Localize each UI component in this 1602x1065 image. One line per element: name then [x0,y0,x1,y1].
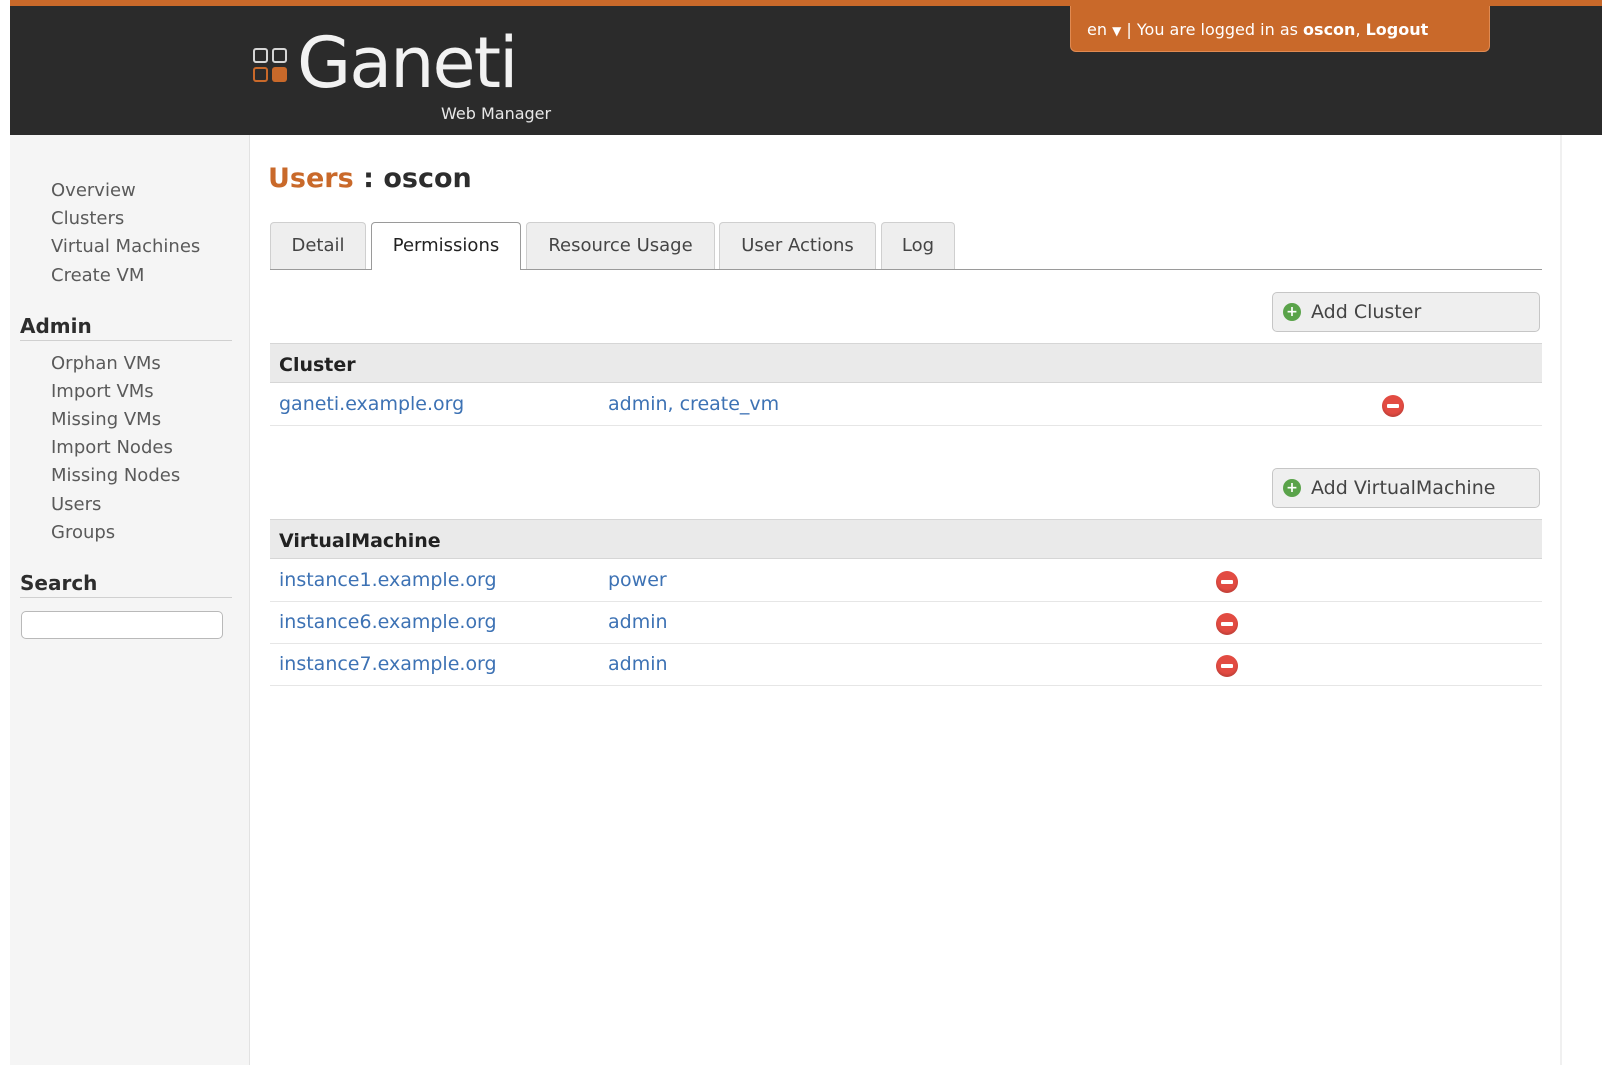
tab-log[interactable]: Log [881,222,955,269]
logo-squares-icon [253,48,289,84]
table-row: instance7.example.org admin [270,643,1542,686]
vm-name-link[interactable]: instance6.example.org [279,611,497,633]
language-selector[interactable]: en ▼ [1087,20,1121,39]
nav-import-vms[interactable]: Import VMs [51,381,154,402]
logout-link[interactable]: Logout [1366,20,1429,39]
nav-create-vm[interactable]: Create VM [51,265,144,286]
tab-user-actions[interactable]: User Actions [719,222,876,269]
ganeti-logo[interactable]: Ganeti Web Manager [253,28,573,129]
breadcrumb-users[interactable]: Users [268,163,354,194]
permissions-link[interactable]: power [608,569,667,591]
add-cluster-label: Add Cluster [1311,301,1422,323]
add-cluster-button[interactable]: + Add Cluster [1272,292,1540,332]
permissions-link[interactable]: admin [608,653,668,675]
table-row: ganeti.example.org admin, create_vm [270,383,1542,426]
logo-name: Ganeti [297,22,518,104]
remove-permission-icon[interactable] [1382,395,1404,417]
logged-in-text: | You are logged in as [1126,20,1298,39]
nav-orphan-vms[interactable]: Orphan VMs [51,353,161,374]
nav-virtual-machines[interactable]: Virtual Machines [51,236,200,257]
admin-heading: Admin [20,314,232,341]
table-row: instance6.example.org admin [270,601,1542,644]
nav-clusters[interactable]: Clusters [51,208,124,229]
remove-permission-icon[interactable] [1216,571,1238,593]
remove-permission-icon[interactable] [1216,655,1238,677]
add-virtualmachine-button[interactable]: + Add VirtualMachine [1272,468,1540,508]
nav-users[interactable]: Users [51,494,101,515]
permissions-link[interactable]: admin, create_vm [608,393,779,415]
search-heading: Search [20,571,232,598]
dropdown-arrow-icon: ▼ [1112,24,1122,38]
tab-detail[interactable]: Detail [270,222,366,269]
title-username: oscon [383,163,472,194]
tab-permissions[interactable]: Permissions [371,222,521,270]
nav-overview[interactable]: Overview [51,180,136,201]
nav-missing-vms[interactable]: Missing VMs [51,409,161,430]
add-vm-label: Add VirtualMachine [1311,477,1496,499]
user-bar: en ▼ | You are logged in as oscon, Logou… [1070,6,1490,52]
logo-subtitle: Web Manager [441,104,552,123]
vm-name-link[interactable]: instance7.example.org [279,653,497,675]
nav-import-nodes[interactable]: Import Nodes [51,437,173,458]
tab-resource-usage[interactable]: Resource Usage [526,222,715,269]
table-row: instance1.example.org power [270,559,1542,602]
sidebar: Overview Clusters Virtual Machines Creat… [10,135,250,1065]
nav-missing-nodes[interactable]: Missing Nodes [51,465,180,486]
page-frame: Ganeti Web Manager en ▼ | You are logged… [10,0,1602,1065]
vm-name-link[interactable]: instance1.example.org [279,569,497,591]
plus-circle-icon: + [1283,479,1301,497]
plus-circle-icon: + [1283,303,1301,321]
scrollbar-track[interactable] [1560,135,1562,1065]
nav-groups[interactable]: Groups [51,522,115,543]
search-input[interactable] [21,611,223,639]
tab-bar: Detail Permissions Resource Usage User A… [270,222,1542,270]
username: oscon [1303,20,1356,39]
page-title: Users : oscon [268,163,472,194]
vm-table-header: VirtualMachine [270,519,1542,559]
remove-permission-icon[interactable] [1216,613,1238,635]
permissions-link[interactable]: admin [608,611,668,633]
title-separator: : [363,163,374,194]
cluster-name-link[interactable]: ganeti.example.org [279,393,464,415]
cluster-table-header: Cluster [270,343,1542,383]
